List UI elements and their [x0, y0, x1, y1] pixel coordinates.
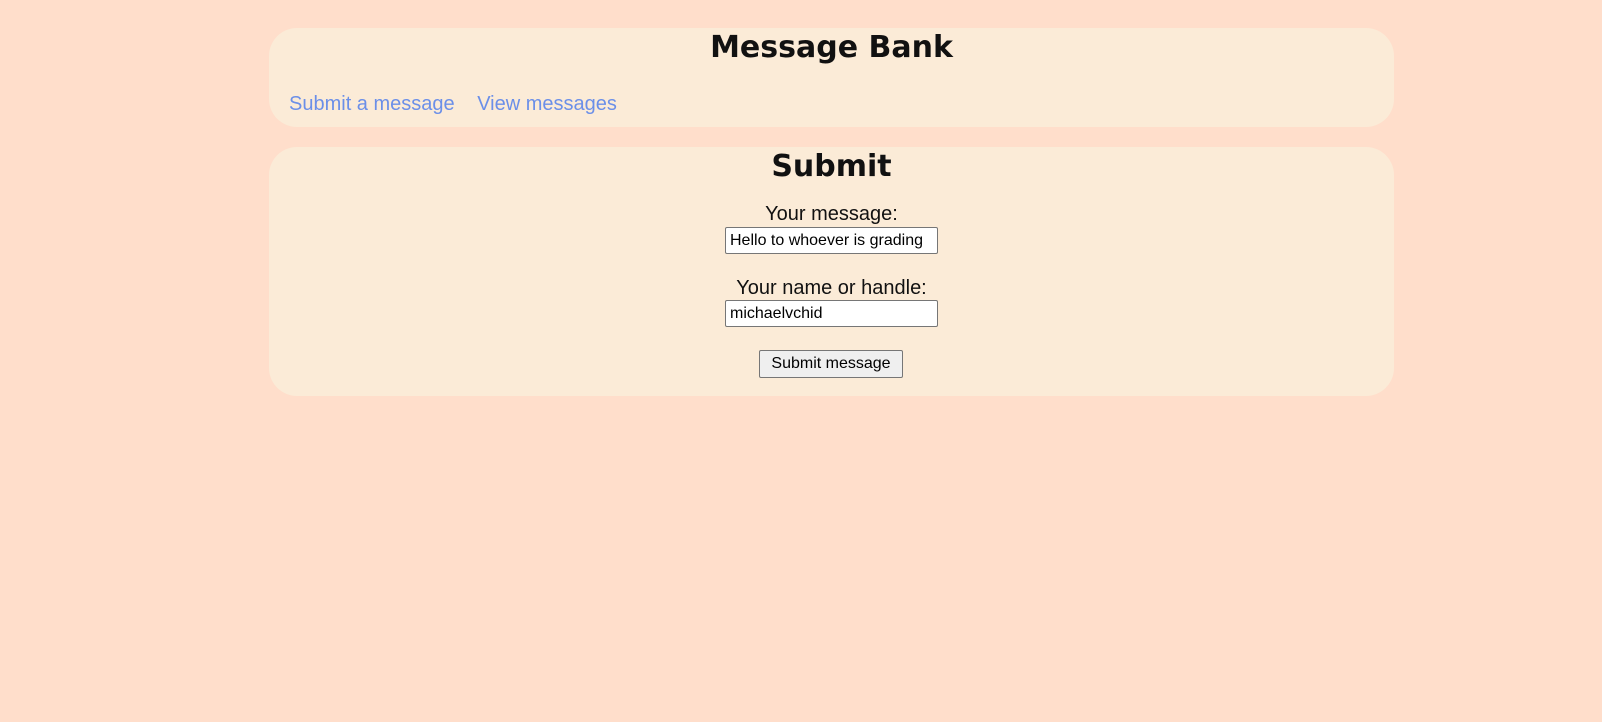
nav-link-view[interactable]: View messages — [477, 93, 617, 115]
form-title: Submit — [771, 149, 892, 184]
name-label: Your name or handle: — [736, 277, 927, 299]
header-panel: Message Bank Submit a message View messa… — [269, 28, 1394, 127]
submit-message-button[interactable]: Submit message — [759, 350, 903, 378]
submit-panel: Submit Your message: Your name or handle… — [269, 147, 1394, 396]
name-input[interactable] — [725, 300, 938, 327]
message-label: Your message: — [765, 203, 898, 225]
message-input[interactable] — [725, 227, 938, 254]
main-nav: Submit a message View messages — [289, 93, 634, 116]
site-title: Message Bank — [710, 30, 953, 65]
nav-link-submit[interactable]: Submit a message — [289, 93, 455, 115]
